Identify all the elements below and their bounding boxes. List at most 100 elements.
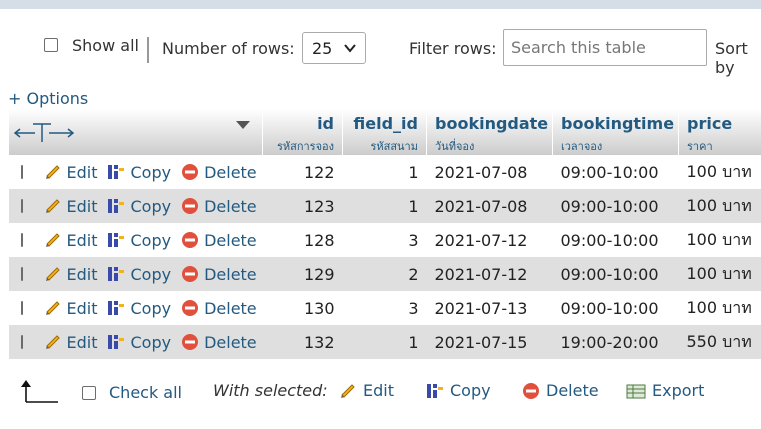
row-edit-label: Edit xyxy=(66,264,98,284)
row-edit-button[interactable]: Edit xyxy=(44,264,98,284)
show-all-label[interactable]: Show all xyxy=(72,36,139,55)
bulk-delete-button[interactable]: Delete xyxy=(522,381,599,400)
check-all-checkbox[interactable] xyxy=(82,385,96,400)
bulk-edit-label: Edit xyxy=(363,381,394,400)
rows-label: Number of rows: xyxy=(162,39,295,58)
row-copy-button[interactable]: Copy xyxy=(107,163,171,182)
cell-field-id: 1 xyxy=(342,189,427,223)
cell-bookingtime: 09:00-10:00 xyxy=(552,291,679,325)
row-delete-label: Delete xyxy=(204,332,257,352)
column-comment: ราคา xyxy=(687,140,713,153)
export-icon xyxy=(626,384,646,398)
table-row: Edit Copy Delete 129 2 2021-07-12 09:00-… xyxy=(8,257,761,291)
column-name: id xyxy=(317,114,334,133)
row-copy-label: Copy xyxy=(130,298,172,318)
row-checkbox[interactable] xyxy=(20,199,23,213)
results-table: id รหัสการจอง field_id รหัสสนาม bookingd… xyxy=(8,109,761,359)
column-header-price[interactable]: price ราคา xyxy=(678,109,761,155)
filter-rows-input[interactable] xyxy=(503,29,707,66)
column-comment: รหัสสนาม xyxy=(370,140,418,153)
row-delete-button[interactable]: Delete xyxy=(181,197,257,216)
sort-caret-down-icon[interactable] xyxy=(235,120,251,130)
row-copy-label: Copy xyxy=(130,230,172,250)
cell-id: 123 xyxy=(262,189,343,223)
row-checkbox[interactable] xyxy=(20,233,23,247)
show-all-checkbox[interactable] xyxy=(44,38,58,52)
sort-by-label: Sort by xyxy=(715,39,748,77)
row-edit-button[interactable]: Edit xyxy=(44,332,98,352)
row-copy-label: Copy xyxy=(130,264,172,284)
nav-separator xyxy=(147,37,149,63)
row-actions-cell: Edit Copy Delete xyxy=(8,223,263,257)
row-actions-cell: Edit Copy Delete xyxy=(8,189,263,223)
cell-id: 128 xyxy=(262,223,343,257)
row-edit-label: Edit xyxy=(66,332,98,352)
row-edit-label: Edit xyxy=(66,298,98,318)
cell-price: 100 บาท xyxy=(678,257,761,291)
column-header-field-id[interactable]: field_id รหัสสนาม xyxy=(342,109,427,155)
row-checkbox[interactable] xyxy=(20,301,23,315)
column-comment: วันที่จอง xyxy=(435,140,475,153)
row-edit-button[interactable]: Edit xyxy=(44,162,98,182)
cell-bookingtime: 09:00-10:00 xyxy=(552,223,679,257)
row-edit-button[interactable]: Edit xyxy=(44,298,98,318)
column-name: bookingtime xyxy=(561,114,675,133)
arrow-left-up-icon xyxy=(21,380,58,403)
row-copy-button[interactable]: Copy xyxy=(107,299,171,318)
table-row: Edit Copy Delete 122 1 2021-07-08 09:00-… xyxy=(8,155,761,189)
table-header-row: id รหัสการจอง field_id รหัสสนาม bookingd… xyxy=(8,109,761,155)
row-checkbox[interactable] xyxy=(20,267,23,281)
column-comment: รหัสการจอง xyxy=(276,140,334,153)
row-delete-label: Delete xyxy=(204,230,257,250)
pencil-icon xyxy=(45,267,60,281)
delete-icon xyxy=(182,198,199,214)
row-actions-cell: Edit Copy Delete xyxy=(8,155,263,189)
row-checkbox[interactable] xyxy=(20,165,23,179)
row-delete-button[interactable]: Delete xyxy=(181,265,257,284)
row-edit-button[interactable]: Edit xyxy=(44,231,97,250)
row-copy-button[interactable]: Copy xyxy=(107,265,171,284)
column-header-id[interactable]: id รหัสการจอง xyxy=(262,109,343,155)
delete-icon xyxy=(523,382,539,399)
bulk-copy-button[interactable]: Copy xyxy=(426,381,491,400)
rows-select[interactable]: 25 xyxy=(302,32,366,64)
column-header-bookingdate[interactable]: bookingdate วันที่จอง xyxy=(426,109,553,155)
cell-id: 129 xyxy=(262,257,343,291)
row-delete-button[interactable]: Delete xyxy=(181,333,257,352)
row-copy-button[interactable]: Copy xyxy=(107,333,171,352)
cell-id: 132 xyxy=(262,325,343,359)
row-checkbox[interactable] xyxy=(20,335,23,349)
cell-field-id: 1 xyxy=(342,155,427,189)
cell-bookingdate: 2021-07-08 xyxy=(426,189,553,223)
delete-icon xyxy=(182,266,199,282)
cell-id: 122 xyxy=(262,155,343,189)
pencil-icon xyxy=(45,301,60,315)
row-actions-cell: Edit Copy Delete xyxy=(8,325,263,359)
copy-icon xyxy=(108,301,125,315)
cell-bookingdate: 2021-07-12 xyxy=(426,257,553,291)
column-header-bookingtime[interactable]: bookingtime เวลาจอง xyxy=(552,109,679,155)
bulk-export-label: Export xyxy=(652,381,705,400)
bulk-edit-button[interactable]: Edit xyxy=(339,381,394,400)
row-delete-label: Delete xyxy=(204,162,257,182)
row-copy-button[interactable]: Copy xyxy=(107,197,171,216)
row-edit-button[interactable]: Edit xyxy=(44,197,97,216)
row-delete-button[interactable]: Delete xyxy=(181,299,257,318)
row-copy-label: Copy xyxy=(130,162,172,182)
row-delete-button[interactable]: Delete xyxy=(181,163,257,182)
bulk-export-button[interactable]: Export xyxy=(626,381,704,400)
cell-price: 100 บาท xyxy=(678,189,761,223)
pencil-icon xyxy=(45,233,60,247)
pencil-icon xyxy=(341,383,355,398)
check-all-label[interactable]: Check all xyxy=(109,383,182,402)
row-delete-label: Delete xyxy=(204,298,257,318)
options-toggle[interactable]: + Options xyxy=(8,89,88,108)
row-edit-label: Edit xyxy=(66,162,98,182)
column-resize-arrows-icon[interactable] xyxy=(13,121,77,145)
cell-bookingdate: 2021-07-15 xyxy=(426,325,553,359)
delete-icon xyxy=(182,300,199,316)
column-comment: เวลาจอง xyxy=(561,140,603,153)
top-bar xyxy=(0,0,761,9)
row-delete-button[interactable]: Delete xyxy=(181,231,257,250)
row-copy-button[interactable]: Copy xyxy=(107,231,171,250)
